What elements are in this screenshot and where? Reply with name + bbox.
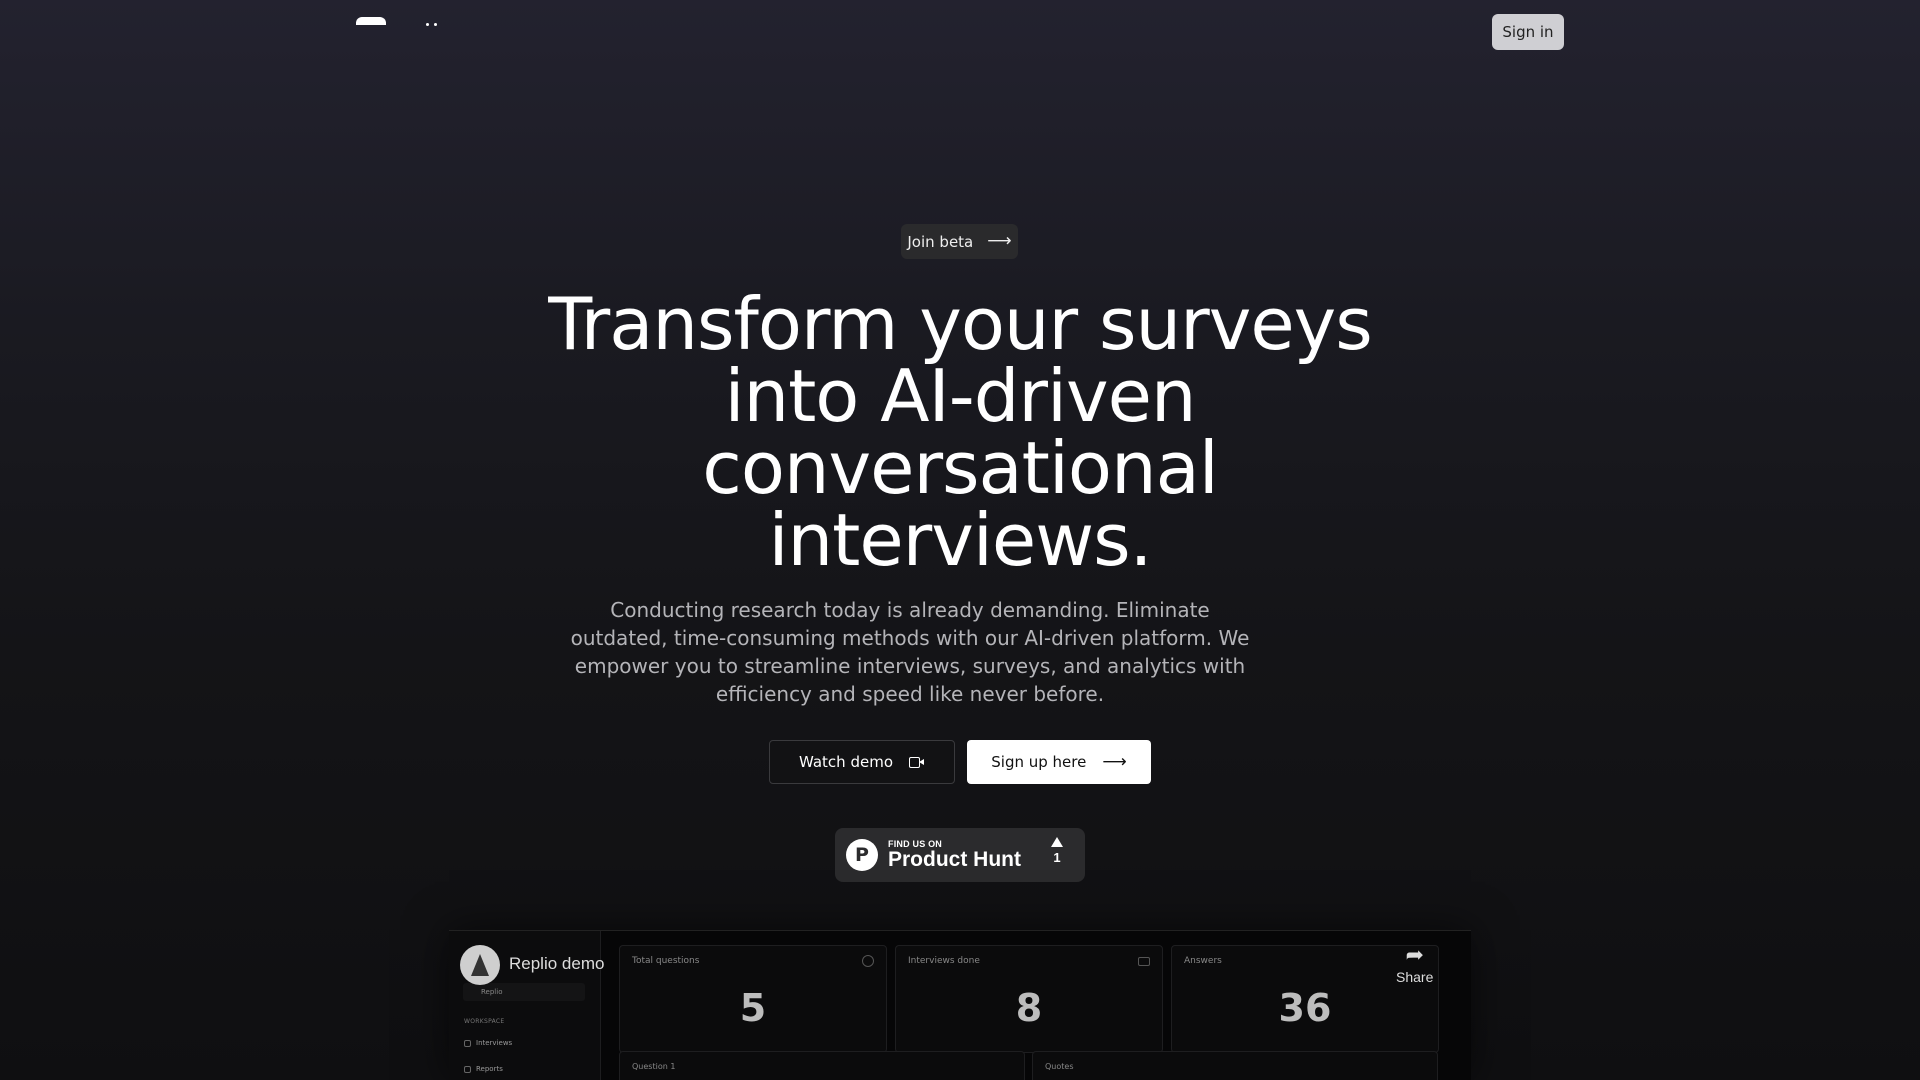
reports-icon bbox=[464, 1065, 471, 1073]
upvote-count: 1 bbox=[1053, 850, 1061, 865]
logo-mark-icon bbox=[356, 17, 386, 25]
share-button[interactable]: ➦ Share bbox=[1396, 942, 1434, 986]
arrow-right-icon: ⟶ bbox=[987, 231, 1012, 251]
stat-title: Total questions bbox=[632, 956, 700, 966]
channel-logo-icon bbox=[471, 954, 489, 976]
landing-page: Sign in Join beta ⟶ Transform your surve… bbox=[0, 0, 1920, 1080]
sign-up-label: Sign up here bbox=[991, 753, 1087, 771]
stat-card-interviews-done: Interviews done 8 bbox=[895, 945, 1163, 1053]
stat-value: 8 bbox=[1015, 986, 1043, 1030]
share-label: Share bbox=[1396, 969, 1434, 985]
watch-demo-label: Watch demo bbox=[798, 753, 893, 771]
product-hunt-text: FIND US ON Product Hunt bbox=[888, 839, 1021, 871]
product-hunt-badge[interactable]: P FIND US ON Product Hunt 1 bbox=[835, 828, 1085, 882]
demo-video-embed[interactable]: Replio WORKSPACE Interviews Reports Tota… bbox=[449, 930, 1471, 1080]
triangle-up-icon bbox=[1051, 837, 1063, 847]
sign-in-button[interactable]: Sign in bbox=[1492, 14, 1564, 50]
stat-card-total-questions: Total questions 5 bbox=[619, 945, 887, 1053]
product-hunt-name: Product Hunt bbox=[888, 848, 1021, 871]
video-camera-icon bbox=[909, 756, 925, 768]
share-arrow-icon: ➦ bbox=[1405, 942, 1424, 967]
stat-value: 5 bbox=[739, 986, 767, 1030]
logo-dots-icon bbox=[426, 23, 437, 26]
panel-question: Question 1 bbox=[619, 1051, 1025, 1080]
product-hunt-upvote: 1 bbox=[1051, 837, 1063, 865]
workspace-section-label: WORKSPACE bbox=[464, 1018, 505, 1025]
join-beta-button[interactable]: Join beta ⟶ bbox=[901, 224, 1018, 259]
stat-title: Answers bbox=[1184, 956, 1222, 966]
hero-headline: Transform your surveys into AI-driven co… bbox=[548, 282, 1373, 582]
arrow-right-icon: ⟶ bbox=[1102, 751, 1127, 772]
panel-title: Quotes bbox=[1045, 1062, 1074, 1071]
watch-demo-button[interactable]: Watch demo bbox=[769, 740, 955, 784]
video-title[interactable]: Replio demo bbox=[509, 954, 604, 974]
mail-icon bbox=[1138, 957, 1150, 966]
join-beta-label: Join beta bbox=[907, 232, 974, 251]
workspace-select: Replio bbox=[463, 983, 585, 1001]
sidebar-item-interviews: Interviews bbox=[464, 1039, 512, 1047]
panel-quotes: Quotes bbox=[1032, 1051, 1438, 1080]
hero-subtext: Conducting research today is already dem… bbox=[570, 598, 1250, 706]
panel-title: Question 1 bbox=[632, 1062, 676, 1071]
product-hunt-logo-icon: P bbox=[846, 839, 878, 871]
brand-logo[interactable] bbox=[356, 17, 437, 26]
stat-value: 36 bbox=[1278, 986, 1332, 1030]
sidebar-item-reports: Reports bbox=[464, 1065, 503, 1073]
sign-up-button[interactable]: Sign up here ⟶ bbox=[967, 740, 1151, 784]
stat-title: Interviews done bbox=[908, 956, 980, 966]
channel-avatar[interactable] bbox=[460, 945, 500, 985]
help-circle-icon bbox=[862, 955, 874, 967]
interviews-icon bbox=[464, 1039, 471, 1047]
